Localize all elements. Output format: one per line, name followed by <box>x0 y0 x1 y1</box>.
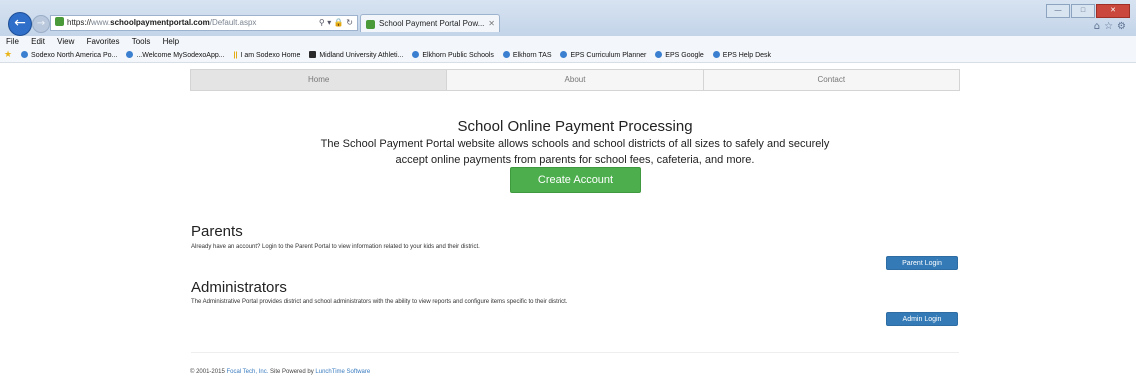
favorite-link[interactable]: EPS Google <box>655 49 704 62</box>
site-favicon-icon <box>55 17 64 26</box>
menu-file[interactable]: File <box>6 37 19 46</box>
favorite-link[interactable]: Sodexo North America Po... <box>21 49 117 62</box>
favorite-link[interactable]: EPS Help Desk <box>712 49 771 62</box>
url-prehost: www. <box>91 18 111 27</box>
tab-title: School Payment Portal Pow... <box>379 19 485 28</box>
browser-tab[interactable]: School Payment Portal Pow... ✕ <box>360 14 500 32</box>
administrators-heading: Administrators <box>191 279 287 296</box>
favorite-link[interactable]: Midland University Athleti... <box>309 49 403 62</box>
url-scheme: https:// <box>67 18 92 27</box>
footer: © 2001-2015 Focal Tech, Inc. Site Powere… <box>190 369 370 375</box>
close-window-icon[interactable]: ✕ <box>1096 4 1130 18</box>
footer-copyright: © 2001-2015 <box>190 369 225 375</box>
address-bar-icons[interactable]: ⚲ ▾ 🔒 ↻ <box>319 16 353 30</box>
favorite-link[interactable]: Elkhorn Public Schools <box>412 49 494 62</box>
ie-page-icon <box>655 51 663 58</box>
menu-tools[interactable]: Tools <box>132 37 151 46</box>
tab-contact[interactable]: Contact <box>702 70 959 90</box>
admin-login-button[interactable]: Admin Login <box>886 312 958 326</box>
favorite-link[interactable]: Elkhorn TAS <box>502 49 552 62</box>
ie-page-icon <box>412 51 420 58</box>
tab-favicon-icon <box>366 20 375 29</box>
sodexo-logo-icon: || <box>233 52 238 59</box>
menu-help[interactable]: Help <box>163 37 179 46</box>
minimize-icon[interactable]: — <box>1046 4 1070 18</box>
midland-logo-icon <box>309 51 317 58</box>
hero-description-line: accept online payments from parents for … <box>395 154 755 166</box>
hero-description: The School Payment Portal website allows… <box>0 136 1136 168</box>
menu-view[interactable]: View <box>57 37 74 46</box>
favorites-bar: ★ Sodexo North America Po... ...Welcome … <box>0 48 1136 63</box>
gear-icon[interactable]: ⚙ <box>1117 21 1130 32</box>
browser-toolbar-icons: ⌂☆⚙ <box>1094 21 1130 32</box>
lunchtime-link[interactable]: LunchTime Software <box>315 369 370 375</box>
focal-tech-link[interactable]: Focal Tech, Inc. <box>226 369 268 375</box>
tab-home[interactable]: Home <box>191 70 447 90</box>
footer-powered-text: Site Powered by <box>270 369 314 375</box>
forward-arrow-icon[interactable]: → <box>32 15 50 33</box>
back-arrow-icon[interactable]: ← <box>8 12 32 36</box>
favorite-link[interactable]: || I am Sodexo Home <box>233 49 301 62</box>
browser-titlebar: ← → https://www.schoolpaymentportal.com/… <box>0 0 1136 36</box>
site-nav: Home About Contact <box>190 69 960 91</box>
ie-page-icon <box>712 51 720 58</box>
parents-heading: Parents <box>191 223 243 240</box>
window-controls: — □ ✕ <box>1045 4 1130 18</box>
ie-page-icon <box>560 51 568 58</box>
favorites-star-icon[interactable]: ★ <box>4 50 12 60</box>
administrators-description: The Administrative Portal provides distr… <box>191 299 568 305</box>
create-account-button[interactable]: Create Account <box>510 167 641 193</box>
maximize-icon[interactable]: □ <box>1071 4 1095 18</box>
menu-bar: File Edit View Favorites Tools Help <box>0 36 1136 48</box>
tab-about[interactable]: About <box>446 70 702 90</box>
hero-description-line: The School Payment Portal website allows… <box>320 138 830 150</box>
tab-close-icon[interactable]: ✕ <box>488 15 495 32</box>
menu-edit[interactable]: Edit <box>31 37 45 46</box>
page-title: School Online Payment Processing <box>457 118 693 135</box>
footer-divider <box>191 352 959 353</box>
ie-page-icon <box>126 51 134 58</box>
favorite-link[interactable]: EPS Curriculum Planner <box>560 49 646 62</box>
url-host: schoolpaymentportal.com <box>110 18 210 27</box>
ie-page-icon <box>502 51 510 58</box>
star-icon[interactable]: ☆ <box>1104 21 1117 32</box>
ie-page-icon <box>21 51 29 58</box>
menu-favorites[interactable]: Favorites <box>87 37 120 46</box>
parent-login-button[interactable]: Parent Login <box>886 256 958 270</box>
favorite-link[interactable]: ...Welcome MySodexoApp... <box>126 49 225 62</box>
parents-description: Already have an account? Login to the Pa… <box>191 244 480 250</box>
home-icon[interactable]: ⌂ <box>1094 21 1104 32</box>
address-bar[interactable]: https://www.schoolpaymentportal.com/Defa… <box>50 15 358 31</box>
url-path: /Default.aspx <box>209 18 257 27</box>
